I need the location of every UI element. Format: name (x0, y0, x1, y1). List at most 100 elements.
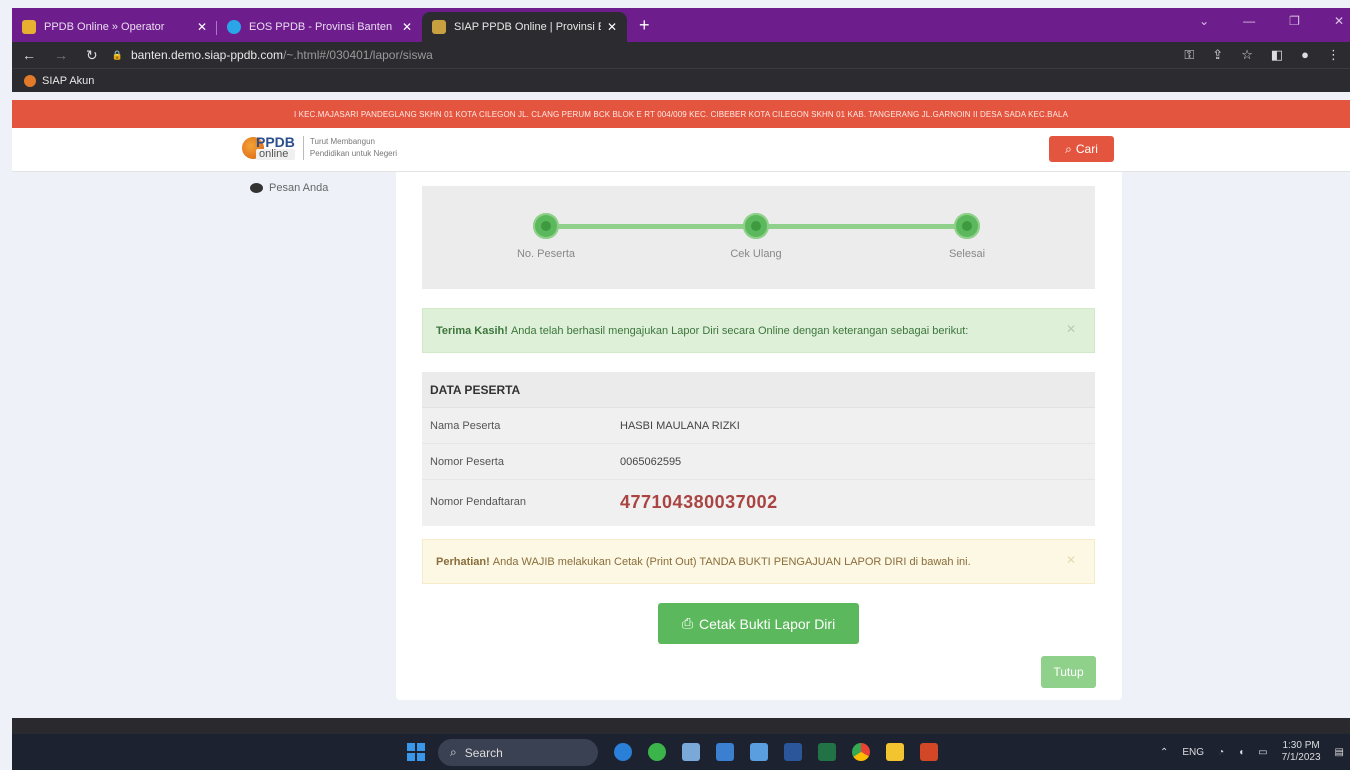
warning-text: Anda WAJIB melakukan Cetak (Print Out) T… (492, 555, 971, 568)
taskbar-search[interactable]: ⌕ Search (438, 739, 598, 766)
close-icon[interactable]: ✕ (1066, 322, 1076, 336)
menu-icon[interactable]: ⋮ (1327, 47, 1340, 63)
sidebar-item-pesan[interactable]: Pesan Anda (250, 182, 328, 194)
site-logo[interactable]: PPDB online Turut Membangun Pendidikan u… (242, 135, 397, 160)
browser-toolbar: ⚿ ⇪ ☆ ◧ ● ⋮ (1184, 47, 1340, 63)
progress-steps: No. Peserta Cek Ulang Selesai (422, 186, 1095, 289)
close-button-label: Tutup (1053, 665, 1084, 679)
chrome-icon[interactable] (852, 743, 870, 761)
key-icon[interactable]: ⚿ (1184, 47, 1194, 63)
row-value: 0065062595 (620, 455, 682, 468)
tab-siap-ppdb[interactable]: SIAP PPDB Online | Provinsi Bant ✕ (422, 12, 627, 42)
tagline-line-1: Turut Membangun (309, 136, 375, 146)
tab-search-icon[interactable]: ⌄ (1199, 14, 1209, 28)
notepad-icon[interactable] (716, 743, 734, 761)
step-label-2: Cek Ulang (730, 248, 782, 260)
close-icon[interactable]: ✕ (1066, 553, 1076, 567)
data-peserta-table: DATA PESERTA Nama Peserta HASBI MAULANA … (422, 372, 1095, 526)
success-text: Anda telah berhasil mengajukan Lapor Dir… (510, 324, 969, 337)
wifi-icon[interactable]: ◔ (1218, 747, 1224, 758)
volume-icon[interactable]: ◖ (1238, 747, 1244, 758)
registration-number: 477104380037002 (620, 491, 778, 512)
taskbar-search-label: Search (464, 745, 503, 760)
close-window-icon[interactable]: ✕ (1334, 14, 1344, 28)
minimize-icon[interactable]: — (1243, 14, 1255, 28)
maximize-icon[interactable]: ❐ (1289, 14, 1300, 28)
tab-favicon-icon (22, 20, 36, 34)
word-icon[interactable] (784, 743, 802, 761)
print-button-label: Cetak Bukti Lapor Diri (699, 615, 836, 632)
excel-icon[interactable] (818, 743, 836, 761)
windows-taskbar: ⌕ Search ⌃ ENG ◔ ◖ ▭ 1:30 PM 7/1/2023 ▤ (12, 734, 1350, 770)
tab-ppdb-operator[interactable]: PPDB Online » Operator ✕ (12, 12, 217, 42)
search-button-label: Cari (1075, 142, 1098, 156)
table-row: Nomor Pendaftaran 477104380037002 (422, 480, 1095, 524)
tab-bar: PPDB Online » Operator ✕ EOS PPDB - Prov… (12, 8, 1350, 42)
clock-date: 7/1/2023 (1281, 752, 1321, 763)
reload-icon[interactable]: ↻ (86, 47, 98, 64)
nav-buttons: ← → ↻ (22, 47, 98, 64)
row-label: Nama Peserta (430, 419, 501, 432)
url-host: banten.demo.siap-ppdb.com (130, 48, 284, 62)
share-icon[interactable]: ⇪ (1212, 47, 1223, 63)
url-path: /~.html#/030401/lapor/siswa (283, 48, 433, 62)
success-strong: Terima Kasih! (436, 324, 508, 337)
battery-icon[interactable]: ▭ (1258, 747, 1267, 758)
logo-text: PPDB online (256, 135, 295, 160)
data-peserta-title: DATA PESERTA (422, 372, 1095, 408)
search-button[interactable]: ⌕ Cari (1049, 136, 1114, 162)
step-dot-2 (743, 213, 769, 239)
tab-eos-ppdb[interactable]: EOS PPDB - Provinsi Banten ✕ (217, 12, 422, 42)
tab-favicon-icon (432, 20, 446, 34)
row-value: HASBI MAULANA RIZKI (620, 419, 740, 432)
lock-icon: 🔒 (111, 49, 123, 60)
warning-strong: Perhatian! (436, 555, 490, 568)
language-indicator[interactable]: ENG (1182, 747, 1204, 758)
chat-icon (250, 183, 263, 193)
tagline-line-2: Pendidikan untuk Negeri (309, 148, 398, 158)
logo-ppdb: PPDB (256, 134, 295, 150)
window-controls: ⌄ — ❐ ✕ (1199, 14, 1350, 28)
close-tab-icon[interactable]: ✕ (197, 20, 207, 34)
app-icon-3[interactable] (682, 743, 700, 761)
site-header: PPDB online Turut Membangun Pendidikan u… (12, 128, 1350, 172)
bookmark-siap-akun[interactable]: SIAP Akun (42, 75, 94, 87)
table-row: Nomor Peserta 0065062595 (422, 444, 1095, 480)
news-ticker: I KEC.MAJASARI PANDEGLANG SKHN 01 KOTA C… (12, 100, 1350, 128)
main-panel: No. Peserta Cek Ulang Selesai Terima Kas… (396, 172, 1122, 700)
close-tab-icon[interactable]: ✕ (402, 20, 412, 34)
forward-icon[interactable]: → (54, 47, 68, 64)
success-alert: Terima Kasih! Anda telah berhasil mengaj… (422, 308, 1095, 353)
clock[interactable]: 1:30 PM 7/1/2023 (1282, 740, 1321, 764)
print-proof-button[interactable]: ⎙ Cetak Bukti Lapor Diri (658, 603, 859, 644)
siap-akun-icon (24, 74, 36, 87)
powerpoint-icon[interactable] (920, 743, 938, 761)
close-tab-icon[interactable]: ✕ (607, 20, 617, 34)
profile-icon[interactable]: ● (1301, 47, 1309, 63)
app-icon-5[interactable] (750, 743, 768, 761)
app-icon-1[interactable] (614, 743, 632, 761)
address-bar: ← → ↻ 🔒 banten.demo.siap-ppdb.com/~.html… (12, 42, 1350, 68)
step-dot-1 (533, 213, 559, 239)
close-button[interactable]: Tutup (1041, 656, 1096, 688)
star-icon[interactable]: ☆ (1241, 47, 1253, 63)
warning-alert: Perhatian! Anda WAJIB melakukan Cetak (P… (422, 539, 1095, 584)
new-tab-button[interactable]: + (639, 15, 650, 36)
search-icon: ⌕ (1065, 141, 1072, 156)
notification-icon[interactable]: ▤ (1335, 747, 1344, 758)
chevron-up-icon[interactable]: ⌃ (1160, 747, 1168, 758)
tab-favicon-icon (227, 20, 241, 34)
whatsapp-icon[interactable] (648, 743, 666, 761)
tab-title: SIAP PPDB Online | Provinsi Bant (454, 21, 601, 33)
windows-start-icon[interactable] (407, 743, 425, 761)
url-field[interactable]: 🔒 banten.demo.siap-ppdb.com/~.html#/0304… (112, 48, 1185, 62)
step-label-3: Selesai (948, 248, 986, 260)
step-dot-3 (954, 213, 980, 239)
sidebar-item-label: Pesan Anda (269, 182, 329, 194)
system-tray: ⌃ ENG ◔ ◖ ▭ 1:30 PM 7/1/2023 ▤ (1160, 740, 1350, 764)
back-icon[interactable]: ← (22, 47, 36, 64)
file-explorer-icon[interactable] (886, 743, 904, 761)
sidepanel-icon[interactable]: ◧ (1271, 47, 1283, 63)
bottom-strip (12, 718, 1350, 734)
row-label: Nomor Pendaftaran (430, 496, 526, 508)
